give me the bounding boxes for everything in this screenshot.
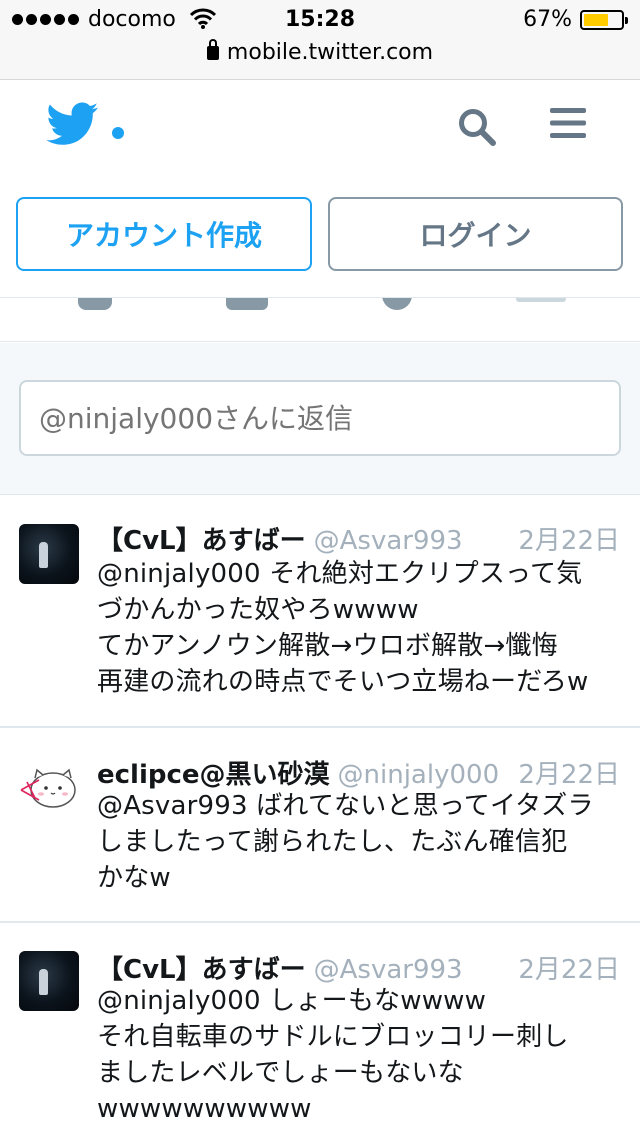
url-text: mobile.twitter.com [226,40,434,65]
tweet-author-name[interactable]: 【CvL】あすばー [97,955,306,985]
retweet-icon[interactable] [226,298,268,310]
tweet-item[interactable]: eclipce@黒い砂漠 @ninjaly000 2月22日 @Asvar993 … [0,728,640,923]
search-icon[interactable] [456,106,498,148]
reply-icon[interactable] [78,298,112,310]
tweet-date[interactable]: 2月22日 [518,754,620,791]
like-icon[interactable] [382,298,412,310]
hamburger-menu-icon[interactable] [550,106,586,140]
ios-status-bar: docomo 15:28 67% mobile.twitter.com [0,0,640,80]
more-icon[interactable] [516,298,566,302]
tweet-item[interactable]: 【CvL】あすばー @Asvar993 2月22日 @ninjaly000 それ絶… [0,496,640,728]
tweet-text: @ninjaly000 それ絶対エクリプスって気 づかんかった奴やろwwww て… [97,559,589,697]
tweet-header: 【CvL】あすばー @Asvar993 2月22日 [97,949,620,986]
tweet-date[interactable]: 2月22日 [518,949,620,986]
create-account-button[interactable]: アカウント作成 [16,197,312,271]
battery-percent: 67% [523,7,572,32]
logo-dot [112,127,124,139]
tweet-header: 【CvL】あすばー @Asvar993 2月22日 [97,520,620,557]
reply-input[interactable] [19,380,621,456]
tweet-author-name[interactable]: 【CvL】あすばー [97,526,306,556]
tweet-actions-strip [0,298,640,342]
tweet-author-handle[interactable]: @ninjaly000 [338,760,500,790]
battery-icon [580,10,628,30]
tweet-author-handle[interactable]: @Asvar993 [314,955,463,985]
reply-area [0,343,640,495]
avatar[interactable] [19,951,79,1011]
twitter-bird-icon[interactable] [46,102,98,146]
conversation-content: 【CvL】あすばー @Asvar993 2月22日 @ninjaly000 それ絶… [0,298,640,1136]
auth-bar: アカウント作成 ログイン [0,170,640,298]
tweet-date[interactable]: 2月22日 [518,520,620,557]
url-bar[interactable]: mobile.twitter.com [0,39,640,72]
tweet-item[interactable]: 【CvL】あすばー @Asvar993 2月22日 @ninjaly000 しょー… [0,923,640,1136]
tweet-author-handle[interactable]: @Asvar993 [314,526,463,556]
avatar[interactable] [19,524,79,584]
status-row: docomo 15:28 67% [0,6,640,36]
cat-avatar[interactable] [19,758,79,818]
lock-icon [206,39,219,60]
tweet-text: @ninjaly000 しょーもなwwww それ自転車のサドルにブロッコリー刺し… [97,986,569,1124]
tweet-text: @Asvar993 ばれてないと思ってイタズラ しましたって謝られたし、たぶん確… [97,791,594,893]
tweet-author-name[interactable]: eclipce@黒い砂漠 [97,760,330,790]
twitter-header [0,80,640,170]
login-button[interactable]: ログイン [328,197,623,271]
tweet-header: eclipce@黒い砂漠 @ninjaly000 2月22日 [97,754,620,791]
